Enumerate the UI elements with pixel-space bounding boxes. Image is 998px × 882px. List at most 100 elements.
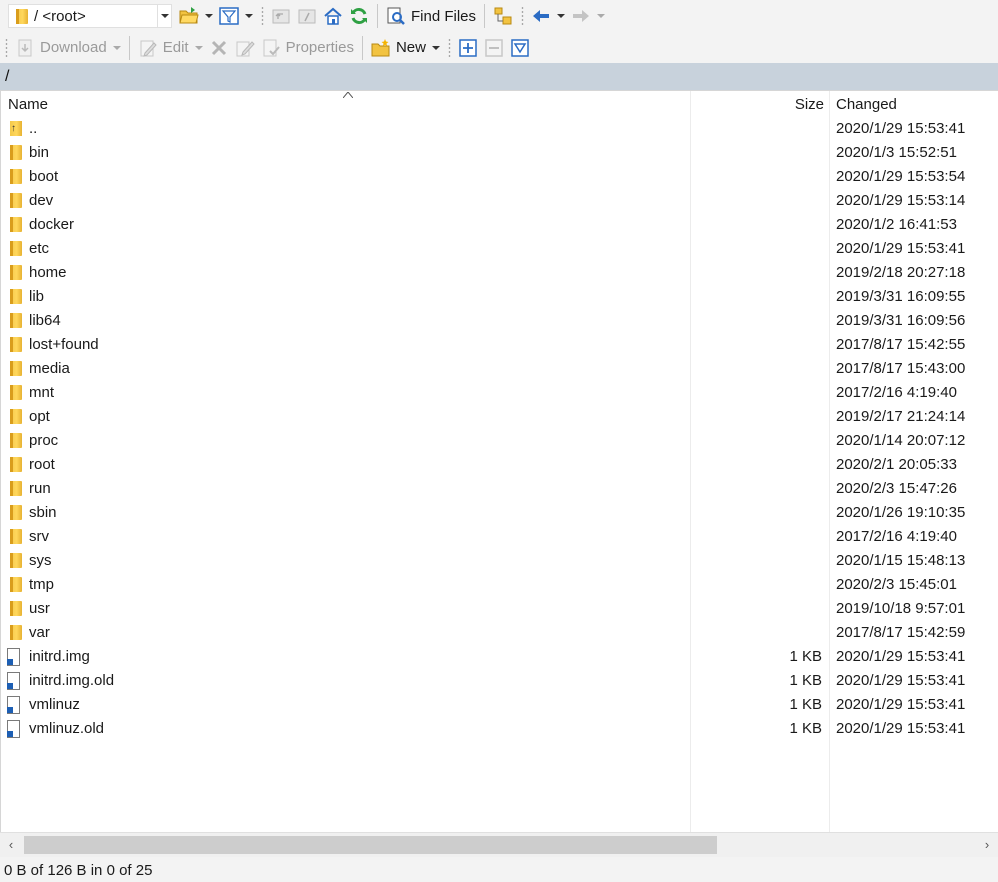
- file-changed: 2020/1/3 15:52:51: [836, 144, 957, 161]
- table-row[interactable]: tmp 2020/2/3 15:45:01: [1, 573, 998, 597]
- folder-icon: [10, 577, 22, 596]
- table-row[interactable]: dev 2020/1/29 15:53:14: [1, 189, 998, 213]
- table-row[interactable]: lib 2019/3/31 16:09:55: [1, 285, 998, 309]
- scroll-left-icon[interactable]: ‹: [3, 836, 19, 854]
- parent-directory-button[interactable]: [268, 3, 294, 29]
- refresh-button[interactable]: [346, 3, 372, 29]
- toolbar-grip[interactable]: [521, 6, 525, 26]
- file-name: root: [29, 456, 55, 473]
- properties-icon: [263, 39, 280, 56]
- delete-icon: [211, 40, 226, 55]
- chevron-down-icon[interactable]: [194, 45, 203, 50]
- table-row[interactable]: lost+found 2017/8/17 15:42:55: [1, 333, 998, 357]
- download-button[interactable]: Download: [12, 35, 124, 61]
- table-row[interactable]: opt 2019/2/17 21:24:14: [1, 405, 998, 429]
- file-changed: 2017/8/17 15:42:59: [836, 624, 966, 641]
- open-directory-button[interactable]: [176, 3, 216, 29]
- tree-toggle-button[interactable]: [490, 3, 516, 29]
- forward-button[interactable]: [568, 3, 608, 29]
- select-files-button[interactable]: [455, 35, 481, 61]
- file-list[interactable]: Name Size Changed ↑.. 2020/1/29 15:53:41 b…: [0, 90, 998, 833]
- scroll-right-icon[interactable]: ›: [979, 836, 995, 854]
- file-name: sys: [29, 552, 52, 569]
- table-row[interactable]: mnt 2017/2/16 4:19:40: [1, 381, 998, 405]
- folder-icon: [16, 8, 28, 24]
- chevron-down-icon[interactable]: [431, 45, 440, 50]
- file-name: boot: [29, 168, 59, 185]
- toolbar-grip[interactable]: [5, 37, 8, 58]
- table-row[interactable]: sbin 2020/1/26 19:10:35: [1, 501, 998, 525]
- table-row[interactable]: srv 2017/2/16 4:19:40: [1, 525, 998, 549]
- delete-button[interactable]: [206, 35, 232, 61]
- column-header-changed[interactable]: Changed: [836, 91, 996, 117]
- table-row[interactable]: home 2019/2/18 20:27:18: [1, 261, 998, 285]
- unselect-files-button[interactable]: [481, 35, 507, 61]
- table-row[interactable]: vmlinuz 1 KB 2020/1/29 15:53:41: [1, 693, 998, 717]
- scrollbar-thumb[interactable]: [24, 836, 717, 854]
- file-name: proc: [29, 432, 59, 449]
- folder-icon: [10, 313, 22, 332]
- rename-button[interactable]: [232, 35, 258, 61]
- column-header-size[interactable]: Size: [691, 91, 824, 117]
- table-row[interactable]: sys 2020/1/15 15:48:13: [1, 549, 998, 573]
- properties-button[interactable]: Properties: [258, 35, 357, 61]
- folder-icon: [10, 481, 22, 500]
- file-name: initrd.img: [29, 648, 90, 665]
- table-row[interactable]: var 2017/8/17 15:42:59: [1, 621, 998, 645]
- chevron-down-icon[interactable]: [557, 14, 566, 18]
- chevron-down-icon[interactable]: [112, 45, 121, 50]
- table-row[interactable]: ↑.. 2020/1/29 15:53:41: [1, 117, 998, 141]
- table-row[interactable]: initrd.img 1 KB 2020/1/29 15:53:41: [1, 645, 998, 669]
- path-combo[interactable]: / <root>: [8, 4, 158, 28]
- filter-button[interactable]: [216, 3, 256, 29]
- table-row[interactable]: etc 2020/1/29 15:53:41: [1, 237, 998, 261]
- find-files-button[interactable]: Find Files: [383, 3, 479, 29]
- file-name: sbin: [29, 504, 57, 521]
- table-row[interactable]: run 2020/2/3 15:47:26: [1, 477, 998, 501]
- chevron-down-icon[interactable]: [205, 14, 213, 18]
- filter-icon: [219, 7, 239, 25]
- find-files-icon: [387, 7, 405, 25]
- table-row[interactable]: media 2017/8/17 15:43:00: [1, 357, 998, 381]
- home-directory-button[interactable]: [320, 3, 346, 29]
- horizontal-scrollbar[interactable]: ‹ ›: [0, 832, 998, 857]
- table-row[interactable]: docker 2020/1/2 16:41:53: [1, 213, 998, 237]
- table-row[interactable]: bin 2020/1/3 15:52:51: [1, 141, 998, 165]
- new-folder-icon: [371, 38, 390, 56]
- table-row[interactable]: vmlinuz.old 1 KB 2020/1/29 15:53:41: [1, 717, 998, 741]
- new-label: New: [395, 39, 426, 56]
- folder-icon: [10, 505, 22, 524]
- symlink-file-icon: [7, 672, 20, 693]
- back-button[interactable]: [528, 3, 568, 29]
- table-row[interactable]: usr 2019/10/18 9:57:01: [1, 597, 998, 621]
- chevron-down-icon[interactable]: [245, 14, 253, 18]
- table-row[interactable]: lib64 2019/3/31 16:09:56: [1, 309, 998, 333]
- symlink-file-icon: [7, 720, 20, 741]
- forward-arrow-icon: [573, 10, 590, 22]
- folder-icon: [10, 553, 22, 572]
- chevron-down-icon[interactable]: [597, 14, 606, 18]
- file-changed: 2019/2/17 21:24:14: [836, 408, 966, 425]
- file-changed: 2019/3/31 16:09:56: [836, 312, 966, 329]
- navigation-toolbar: / <root> Find Files: [0, 0, 998, 32]
- toolbar-grip[interactable]: [447, 37, 451, 58]
- file-name: docker: [29, 216, 75, 233]
- chevron-down-icon: [160, 14, 169, 18]
- file-name: home: [29, 264, 67, 281]
- toolbar-grip[interactable]: [261, 6, 264, 26]
- table-row[interactable]: root 2020/2/1 20:05:33: [1, 453, 998, 477]
- filter-select-button[interactable]: [507, 35, 533, 61]
- folder-icon: [10, 265, 22, 284]
- file-changed: 2020/1/29 15:53:41: [836, 120, 966, 137]
- table-row[interactable]: proc 2020/1/14 20:07:12: [1, 429, 998, 453]
- file-changed: 2019/3/31 16:09:55: [836, 288, 966, 305]
- root-directory-button[interactable]: [294, 3, 320, 29]
- table-row[interactable]: initrd.img.old 1 KB 2020/1/29 15:53:41: [1, 669, 998, 693]
- table-row[interactable]: boot 2020/1/29 15:53:54: [1, 165, 998, 189]
- edit-button[interactable]: Edit: [135, 35, 206, 61]
- file-name: lost+found: [29, 336, 99, 353]
- new-button[interactable]: New: [368, 35, 443, 61]
- folder-icon: [10, 385, 22, 404]
- file-name: var: [29, 624, 50, 641]
- path-combo-dropdown-button[interactable]: [158, 4, 172, 28]
